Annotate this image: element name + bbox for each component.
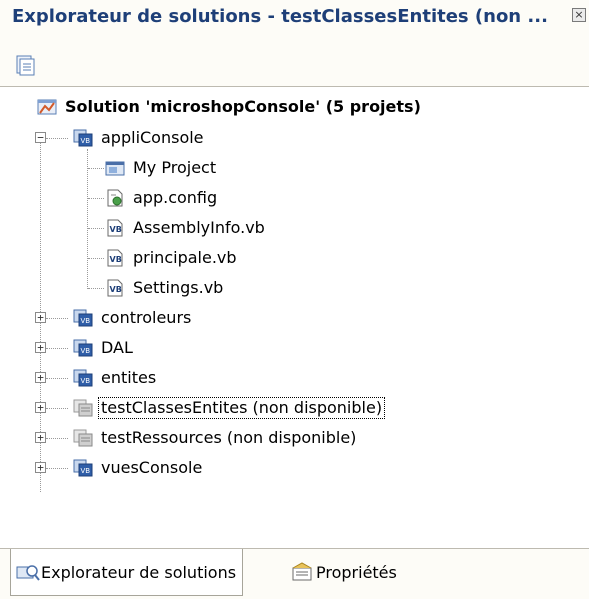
svg-text:VB: VB (81, 137, 91, 145)
expand-icon[interactable]: + (35, 402, 46, 413)
tree-line (46, 348, 68, 349)
tree-line (88, 258, 104, 259)
solution-label: Solution 'microshopConsole' (5 projets) (65, 97, 421, 116)
tree-line (88, 228, 104, 229)
tree-item-my-project[interactable]: My Project (104, 156, 219, 180)
config-file-icon (107, 189, 123, 207)
solution-icon (37, 99, 57, 115)
my-project-icon (105, 161, 125, 176)
vb-project-icon: VB (73, 369, 93, 387)
expand-icon[interactable]: + (35, 462, 46, 473)
tree-item-assemblyinfo[interactable]: VB AssemblyInfo.vb (104, 216, 268, 240)
vb-project-icon: VB (73, 129, 93, 147)
vb-project-icon: VB (73, 459, 93, 477)
tree-line (88, 198, 104, 199)
tree-item-vuesconsole[interactable]: VB vuesConsole (72, 456, 205, 480)
svg-text:VB: VB (110, 285, 122, 294)
tab-solution-explorer[interactable]: Explorateur de solutions (10, 549, 244, 596)
tab-strip: Explorateur de solutions Propriétés (0, 548, 589, 599)
tree-line (46, 378, 68, 379)
tree-line (46, 138, 68, 139)
close-icon[interactable]: × (572, 8, 586, 22)
tree-line (88, 288, 104, 289)
tree-item-appliconsole[interactable]: VB appliConsole (72, 126, 207, 150)
tree-item-label: DAL (101, 338, 133, 357)
solution-node[interactable]: Solution 'microshopConsole' (5 projets) (36, 95, 424, 119)
tree-item-principale[interactable]: VB principale.vb (104, 246, 240, 270)
tree-line (46, 408, 68, 409)
svg-text:VB: VB (110, 255, 122, 264)
tab-label: Propriétés (316, 562, 397, 582)
solution-tree: − + + + + + + Solution 'microshopConsole… (0, 87, 589, 547)
expand-icon[interactable]: + (35, 342, 46, 353)
window-titlebar: Explorateur de solutions - testClassesEn… (0, 0, 589, 32)
tree-item-label: entites (101, 368, 157, 387)
tree-item-testressources[interactable]: testRessources (non disponible) (72, 426, 359, 450)
unavailable-project-icon (73, 429, 93, 447)
tree-item-label: appliConsole (101, 128, 204, 147)
svg-text:VB: VB (81, 317, 91, 325)
svg-text:VB: VB (110, 225, 122, 234)
svg-text:VB: VB (81, 377, 91, 385)
tree-item-label: testClassesEntites (non disponible) (98, 397, 386, 419)
tree-item-controleurs[interactable]: VB controleurs (72, 306, 194, 330)
vb-project-icon: VB (73, 309, 93, 327)
vb-file-icon: VB (107, 279, 123, 297)
tree-item-testclassesentites[interactable]: testClassesEntites (non disponible) (72, 396, 386, 420)
expand-icon[interactable]: + (35, 312, 46, 323)
tree-item-label: controleurs (101, 308, 192, 327)
tree-line (46, 318, 68, 319)
tree-line (46, 438, 68, 439)
tree-item-settings[interactable]: VB Settings.vb (104, 276, 226, 300)
vb-project-icon: VB (73, 339, 93, 357)
unavailable-project-icon (73, 399, 93, 417)
properties-tab-icon (292, 562, 312, 581)
tree-line (87, 149, 88, 289)
tree-item-dal[interactable]: VB DAL (72, 336, 136, 360)
tab-label: Explorateur de solutions (41, 562, 237, 582)
vb-file-icon: VB (107, 219, 123, 237)
tree-item-app-config[interactable]: app.config (104, 186, 220, 210)
tree-line (88, 168, 104, 169)
solution-explorer-icon (16, 565, 40, 581)
svg-text:VB: VB (81, 467, 91, 475)
tree-item-label: testRessources (non disponible) (101, 428, 357, 447)
tree-item-label: principale.vb (133, 248, 237, 267)
collapse-icon[interactable]: − (35, 132, 46, 143)
tree-line (46, 468, 68, 469)
tree-item-label: app.config (133, 188, 218, 207)
expand-icon[interactable]: + (35, 432, 46, 443)
tree-item-label: My Project (133, 158, 217, 177)
window-title: Explorateur de solutions - testClassesEn… (12, 6, 548, 27)
tree-item-label: vuesConsole (101, 458, 203, 477)
vb-file-icon: VB (107, 249, 123, 267)
tree-item-label: Settings.vb (133, 278, 224, 297)
tab-properties[interactable]: Propriétés (290, 549, 397, 595)
toolbar (0, 32, 589, 87)
tree-item-entites[interactable]: VB entites (72, 366, 159, 390)
properties-icon[interactable] (14, 54, 40, 78)
svg-text:VB: VB (81, 347, 91, 355)
expand-icon[interactable]: + (35, 372, 46, 383)
tree-item-label: AssemblyInfo.vb (133, 218, 265, 237)
